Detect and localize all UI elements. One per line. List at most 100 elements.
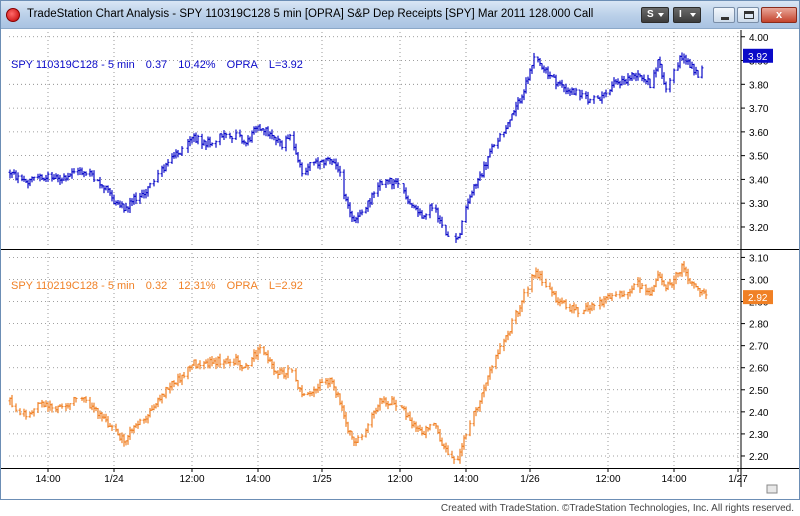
- price-bar: [386, 179, 390, 185]
- price-bar: [194, 132, 198, 143]
- price-bar: [354, 216, 358, 224]
- price-bar: [110, 424, 114, 432]
- price-bar: [414, 421, 418, 432]
- price-bar: [624, 78, 628, 85]
- price-bar: [688, 58, 692, 69]
- price-bar: [664, 81, 668, 93]
- chart-area[interactable]: 4.003.903.803.703.603.503.403.303.203.92…: [1, 30, 800, 501]
- price-bar: [344, 412, 348, 427]
- price-bar: [600, 91, 604, 104]
- price-bar: [110, 190, 114, 202]
- price-bar: [454, 233, 458, 243]
- price-bar: [678, 55, 682, 69]
- lower-legend-pct: 12.31%: [178, 280, 216, 292]
- price-bar: [366, 200, 370, 212]
- price-bar: [628, 75, 632, 81]
- price-bar: [288, 133, 292, 141]
- price-bar: [626, 291, 630, 300]
- price-bar: [120, 201, 124, 209]
- y-tick-label: 3.70: [749, 104, 769, 115]
- price-bar: [266, 350, 270, 364]
- price-bar: [56, 405, 60, 414]
- price-bar: [128, 426, 132, 440]
- i-menu-button[interactable]: I: [673, 7, 701, 23]
- price-bar: [120, 432, 124, 444]
- price-bar: [328, 377, 332, 388]
- price-bar: [532, 274, 536, 279]
- price-bar: [636, 70, 640, 81]
- price-bar: [534, 267, 538, 279]
- price-bar: [574, 87, 578, 96]
- price-bar: [342, 169, 346, 200]
- y-tick-label: 2.80: [749, 320, 769, 331]
- minimize-button[interactable]: [713, 7, 735, 23]
- x-tick-label: 12:00: [387, 474, 412, 485]
- price-bar: [672, 275, 676, 290]
- maximize-button[interactable]: [737, 7, 759, 23]
- price-bar: [664, 284, 668, 292]
- price-bar: [516, 97, 520, 110]
- price-bar: [466, 198, 470, 210]
- close-button[interactable]: x: [761, 7, 797, 23]
- upper-legend-label: L=3.92: [268, 59, 303, 71]
- price-bar: [686, 268, 690, 285]
- title-bar[interactable]: TradeStation Chart Analysis - SPY 110319…: [1, 1, 799, 29]
- price-bar: [468, 420, 472, 437]
- price-bar: [168, 382, 172, 394]
- price-bar: [158, 394, 162, 402]
- price-bar: [360, 434, 364, 441]
- price-bar: [554, 74, 558, 90]
- price-bar: [444, 442, 448, 453]
- x-tick-label: 14:00: [661, 474, 686, 485]
- price-bar: [170, 153, 174, 164]
- price-bar: [626, 73, 630, 86]
- price-bar: [468, 194, 472, 204]
- price-bar: [680, 263, 684, 277]
- price-bar: [246, 135, 250, 146]
- price-bar: [516, 311, 520, 317]
- price-bar: [32, 408, 36, 417]
- y-tick-label: 3.60: [749, 128, 769, 139]
- x-tick-label: 1/26: [520, 474, 540, 485]
- price-bar: [48, 400, 52, 411]
- price-bar: [236, 355, 240, 366]
- price-bar: [64, 175, 68, 182]
- i-menu-label: I: [679, 9, 682, 20]
- price-bar: [252, 126, 256, 135]
- price-bar: [144, 188, 148, 199]
- chart-window: TradeStation Chart Analysis - SPY 110319…: [0, 0, 800, 500]
- credit-text: Created with TradeStation. ©TradeStation…: [440, 503, 794, 514]
- price-bar: [88, 396, 92, 409]
- price-bar: [248, 136, 252, 143]
- price-bar: [146, 186, 150, 197]
- price-bar: [394, 399, 398, 411]
- price-bar: [126, 206, 130, 213]
- price-bar: [84, 171, 88, 176]
- chart-canvas[interactable]: 4.003.903.803.703.603.503.403.303.203.92…: [1, 30, 799, 501]
- price-bar: [690, 61, 694, 69]
- price-bar: [130, 428, 134, 434]
- price-bar: [552, 290, 556, 296]
- price-bar: [24, 178, 28, 183]
- price-bar: [214, 140, 218, 148]
- price-bar: [558, 298, 562, 307]
- lower-legend-name: SPY 110219C128 - 5 min: [11, 280, 135, 292]
- price-bar: [330, 377, 334, 385]
- s-menu-button[interactable]: S: [641, 7, 669, 23]
- scroll-handle: [766, 484, 778, 494]
- price-bar: [428, 204, 432, 219]
- price-bar: [588, 98, 592, 104]
- price-bar: [172, 151, 176, 159]
- price-bar: [148, 182, 152, 189]
- price-bar: [564, 299, 568, 310]
- price-bar: [628, 288, 632, 297]
- price-bar: [346, 196, 350, 209]
- price-bar: [116, 199, 120, 206]
- price-bar: [426, 426, 430, 432]
- price-bar: [656, 270, 660, 282]
- price-bar: [572, 302, 576, 314]
- price-bar: [408, 411, 412, 421]
- price-bar: [702, 288, 706, 295]
- price-bar: [580, 89, 584, 99]
- price-bar: [372, 191, 376, 199]
